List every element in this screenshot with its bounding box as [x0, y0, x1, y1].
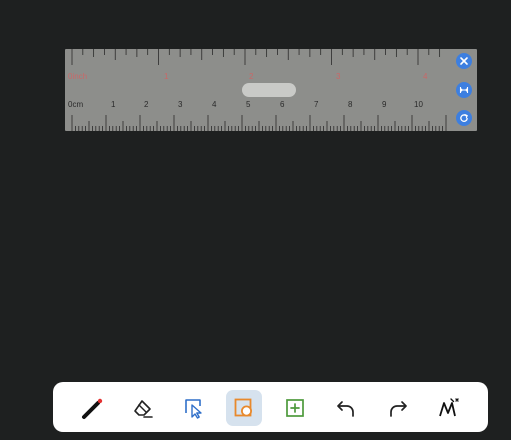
shape-tool[interactable]: [226, 390, 262, 426]
cm-label-6: 6: [280, 100, 285, 109]
toolbar: [53, 382, 488, 432]
cm-label-2: 2: [144, 100, 149, 109]
undo-tool[interactable]: [328, 390, 364, 426]
select-cursor-icon: [185, 399, 202, 419]
eraser-icon: [134, 400, 153, 418]
redo-icon: [390, 401, 407, 417]
shape-icon: [234, 398, 252, 417]
ruler-measure-button[interactable]: [456, 82, 472, 98]
ai-write-tool[interactable]: [431, 390, 467, 426]
eraser-tool[interactable]: [125, 390, 161, 426]
handwriting-icon: [439, 398, 459, 417]
rotate-icon: [460, 114, 468, 122]
inch-label-0: 0inch: [68, 72, 88, 81]
ruler-drag-handle[interactable]: [242, 83, 296, 97]
inch-label-1: 1: [164, 72, 169, 81]
cm-label-1: 1: [111, 100, 116, 109]
cm-label-0: 0cm: [68, 100, 84, 109]
cm-label-3: 3: [178, 100, 183, 109]
inch-label-2: 2: [249, 72, 254, 81]
ruler[interactable]: 0inch 1 2 3 4 0cm 1 2 3 4 5 6 7 8 9 10: [65, 49, 477, 131]
cm-label-9: 9: [382, 100, 387, 109]
measure-width-icon: [459, 87, 469, 93]
cm-label-7: 7: [314, 100, 319, 109]
inch-label-4: 4: [423, 72, 428, 81]
cm-label-4: 4: [212, 100, 217, 109]
cm-label-8: 8: [348, 100, 353, 109]
close-icon: [460, 57, 468, 65]
pen-icon: [82, 398, 103, 419]
add-box-icon: [286, 399, 304, 417]
undo-icon: [337, 401, 354, 417]
ruler-rotate-button[interactable]: [456, 110, 472, 126]
redo-tool[interactable]: [380, 390, 416, 426]
ruler-close-button[interactable]: [456, 53, 472, 69]
pen-tool[interactable]: [74, 390, 110, 426]
select-tool[interactable]: [175, 390, 211, 426]
cm-label-10: 10: [414, 100, 423, 109]
cm-label-5: 5: [246, 100, 251, 109]
inch-label-3: 3: [336, 72, 341, 81]
add-tool[interactable]: [277, 390, 313, 426]
